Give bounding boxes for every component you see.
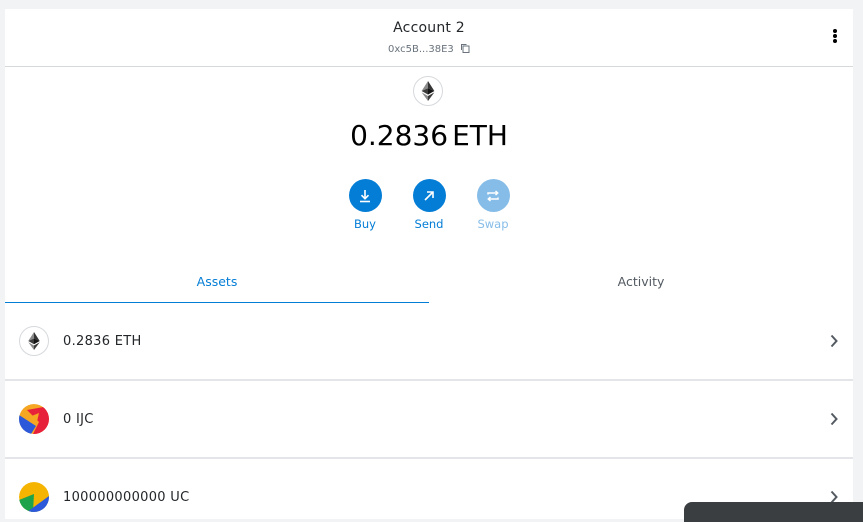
swap-label: Swap bbox=[477, 217, 509, 231]
asset-row-eth[interactable]: 0.2836 ETH bbox=[5, 303, 853, 381]
chevron-right-icon bbox=[830, 334, 838, 348]
send-label: Send bbox=[414, 217, 444, 231]
wallet-panel: Account 2 0xc5B...38E3 0.2836 ETH Buy Se… bbox=[5, 9, 853, 519]
asset-row-ijc[interactable]: 0 IJC bbox=[5, 381, 853, 459]
asset-list: 0.2836 ETH 0 IJC 100000000000 UC bbox=[5, 303, 853, 519]
asset-balance: 0 IJC bbox=[63, 411, 94, 427]
copy-icon[interactable] bbox=[460, 43, 470, 56]
tab-bar: Assets Activity bbox=[5, 260, 853, 304]
buy-label: Buy bbox=[354, 217, 376, 231]
chevron-right-icon bbox=[830, 412, 838, 426]
ethereum-token-icon bbox=[19, 326, 49, 356]
notification-toast bbox=[684, 502, 863, 522]
balance-unit: ETH bbox=[452, 119, 508, 152]
asset-balance: 0.2836 ETH bbox=[63, 333, 142, 349]
balance-amount: 0.2836 bbox=[350, 119, 449, 152]
download-icon bbox=[348, 179, 382, 212]
tab-activity[interactable]: Activity bbox=[429, 260, 853, 303]
action-buttons: Buy Send Swap bbox=[5, 179, 853, 231]
ethereum-logo-icon bbox=[413, 76, 443, 106]
tab-assets[interactable]: Assets bbox=[5, 260, 429, 304]
account-address[interactable]: 0xc5B...38E3 bbox=[5, 43, 853, 56]
ijc-token-icon bbox=[19, 404, 49, 434]
uc-token-icon bbox=[19, 482, 49, 512]
swap-icon bbox=[476, 179, 510, 212]
account-header: Account 2 0xc5B...38E3 bbox=[5, 9, 853, 67]
address-text: 0xc5B...38E3 bbox=[388, 44, 454, 55]
balance-display: 0.2836 ETH bbox=[5, 119, 853, 152]
send-button[interactable]: Send bbox=[412, 179, 446, 231]
account-name[interactable]: Account 2 bbox=[5, 20, 853, 36]
swap-button[interactable]: Swap bbox=[476, 179, 510, 231]
arrow-up-right-icon bbox=[412, 179, 446, 212]
buy-button[interactable]: Buy bbox=[348, 179, 382, 231]
asset-balance: 100000000000 UC bbox=[63, 489, 190, 505]
kebab-menu-icon[interactable] bbox=[829, 29, 841, 47]
